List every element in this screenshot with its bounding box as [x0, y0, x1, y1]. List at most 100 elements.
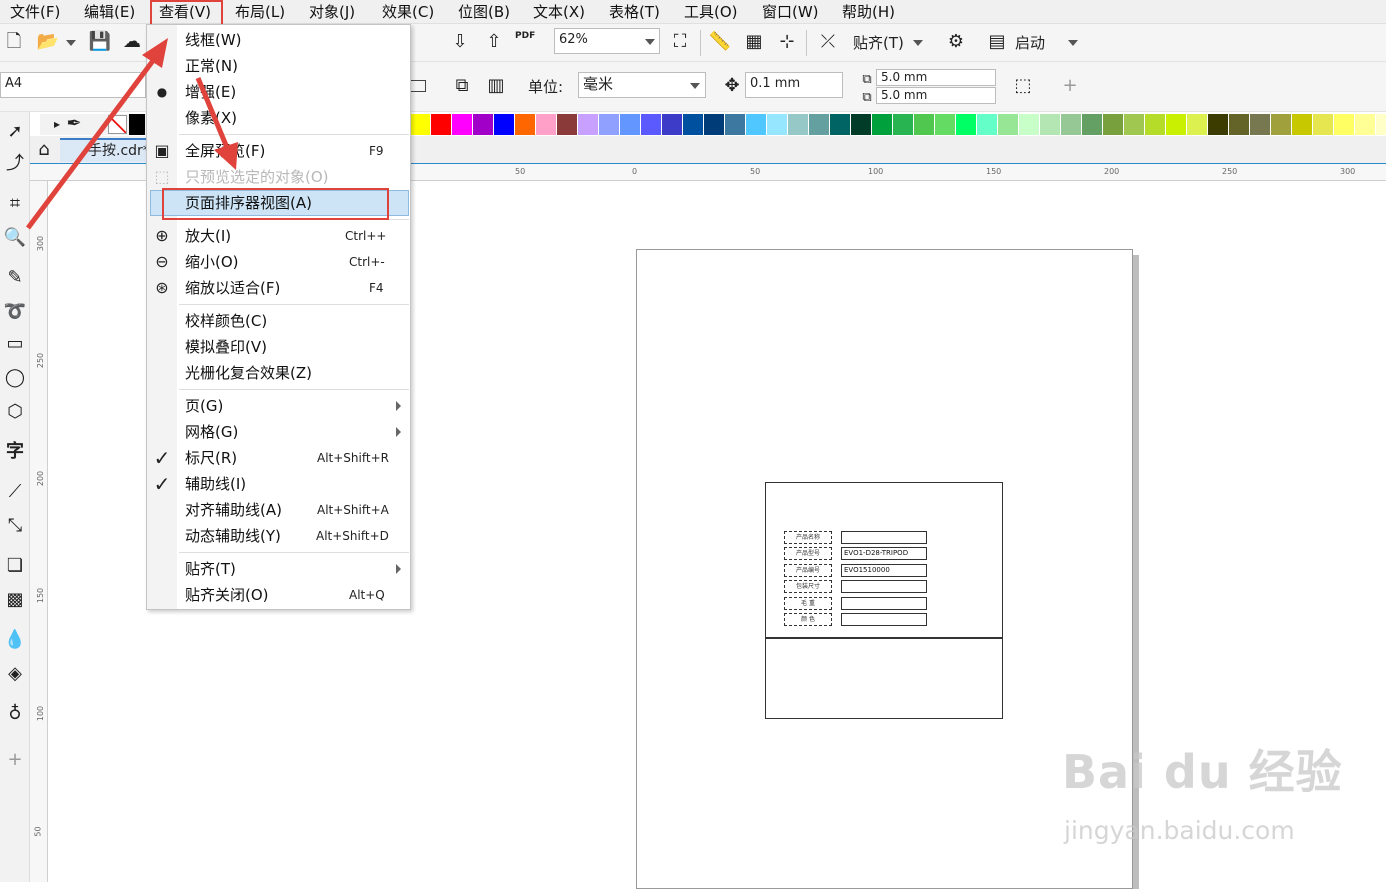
menu-table[interactable]: 表格(T) — [609, 2, 660, 22]
color-swatch[interactable] — [725, 114, 746, 135]
menu-effects[interactable]: 效果(C) — [382, 2, 434, 22]
color-swatch[interactable] — [704, 114, 725, 135]
menu-item-normal[interactable]: 正常(N) — [147, 53, 410, 79]
duplicate-x-input[interactable]: 5.0 mm — [876, 69, 996, 86]
cloud-upload-icon[interactable]: ☁ — [120, 30, 144, 54]
page-border-icon[interactable]: ⬚ — [1011, 74, 1035, 98]
color-swatch[interactable] — [431, 114, 452, 135]
color-swatch[interactable] — [557, 114, 578, 135]
color-swatch[interactable] — [893, 114, 914, 135]
menu-item-alignment-guides[interactable]: 对齐辅助线(A) Alt+Shift+A — [147, 497, 410, 523]
home-icon[interactable]: ⌂ — [32, 138, 56, 162]
save-icon[interactable]: 💾 — [88, 30, 112, 54]
black-swatch[interactable] — [129, 114, 145, 135]
new-document-icon[interactable]: 🗋 — [2, 30, 26, 54]
menu-item-zoom-to-fit[interactable]: ⊛ 缩放以适合(F) F4 — [147, 275, 410, 301]
menu-file[interactable]: 文件(F) — [10, 2, 60, 22]
launch-button[interactable]: 启动 — [1015, 32, 1045, 53]
menu-item-wireframe[interactable]: 线框(W) — [147, 27, 410, 53]
menu-item-zoom-out[interactable]: ⊖ 缩小(O) Ctrl+- — [147, 249, 410, 275]
color-swatch[interactable] — [1061, 114, 1082, 135]
menu-item-simulate-overprints[interactable]: 模拟叠印(V) — [147, 334, 410, 360]
add-tool-icon[interactable]: + — [3, 748, 27, 772]
color-swatch[interactable] — [641, 114, 662, 135]
menu-text[interactable]: 文本(X) — [533, 2, 585, 22]
product-label-card[interactable]: 产品名称 产品型号 EVO1-D28-TRIPOD 产品编号 EVO151000… — [765, 482, 1003, 719]
transparency-icon[interactable]: ▩ — [3, 588, 27, 612]
color-swatch[interactable] — [1187, 114, 1208, 135]
color-swatch[interactable] — [1292, 114, 1313, 135]
color-swatch[interactable] — [410, 114, 431, 135]
color-swatch[interactable] — [515, 114, 536, 135]
color-swatch[interactable] — [1229, 114, 1250, 135]
open-folder-icon[interactable]: 📂 — [36, 30, 60, 54]
color-swatch[interactable] — [452, 114, 473, 135]
no-color-swatch[interactable] — [108, 115, 127, 134]
color-swatch[interactable] — [956, 114, 977, 135]
menu-item-proof-colors[interactable]: 校样颜色(C) — [147, 308, 410, 334]
color-swatch[interactable] — [473, 114, 494, 135]
menu-object[interactable]: 对象(J) — [309, 2, 355, 22]
menu-item-snap-off[interactable]: 贴齐关闭(O) Alt+Q — [147, 582, 410, 608]
snap-to-button[interactable]: 贴齐(T) — [853, 32, 904, 53]
menu-window[interactable]: 窗口(W) — [762, 2, 819, 22]
color-swatch[interactable] — [536, 114, 557, 135]
eyedropper-palette-icon[interactable]: ✒ — [62, 112, 86, 136]
color-swatch[interactable] — [578, 114, 599, 135]
polygon-tool-icon[interactable]: ⬡ — [3, 400, 27, 424]
menu-tools[interactable]: 工具(O) — [684, 2, 738, 22]
color-swatch[interactable] — [977, 114, 998, 135]
launch-app-icon[interactable]: ▤ — [985, 30, 1009, 54]
menu-edit[interactable]: 编辑(E) — [84, 2, 135, 22]
color-swatch[interactable] — [1124, 114, 1145, 135]
connector-tool-icon[interactable]: ⤡ — [3, 514, 27, 538]
grid-icon[interactable]: ▦ — [742, 30, 766, 54]
vertical-ruler[interactable]: 300 250 200 150 100 50 — [30, 181, 48, 882]
landscape-orientation-icon[interactable] — [410, 80, 426, 92]
pdf-export-button[interactable]: PDF — [515, 31, 535, 41]
color-swatch[interactable] — [662, 114, 683, 135]
color-swatch[interactable] — [620, 114, 641, 135]
color-swatch[interactable] — [935, 114, 956, 135]
menu-item-page[interactable]: 页(G) — [147, 393, 410, 419]
export-icon[interactable]: ⇧ — [482, 30, 506, 54]
color-swatch[interactable] — [683, 114, 704, 135]
eyedropper-icon[interactable]: 💧 — [3, 628, 27, 652]
color-swatch[interactable] — [830, 114, 851, 135]
nudge-distance-input[interactable]: 0.1 mm — [745, 72, 843, 98]
menu-item-snap-to[interactable]: 贴齐(T) — [147, 556, 410, 582]
all-pages-icon[interactable]: ⧉ — [450, 74, 474, 98]
dimension-tool-icon[interactable]: ⟋ — [3, 480, 27, 504]
color-swatch[interactable] — [872, 114, 893, 135]
unit-select[interactable]: 毫米 — [578, 72, 706, 98]
color-swatch[interactable] — [1334, 114, 1355, 135]
menu-item-rasterize-complex-effects[interactable]: 光栅化复合效果(Z) — [147, 360, 410, 386]
menu-help[interactable]: 帮助(H) — [842, 2, 895, 22]
color-swatch[interactable] — [767, 114, 788, 135]
zoom-tool-icon[interactable]: 🔍 — [3, 226, 27, 250]
artistic-media-icon[interactable]: ➰ — [3, 300, 27, 324]
launch-dropdown-icon[interactable] — [1068, 40, 1078, 46]
menu-layout[interactable]: 布局(L) — [235, 2, 285, 22]
menu-bitmap[interactable]: 位图(B) — [458, 2, 510, 22]
color-swatch[interactable] — [851, 114, 872, 135]
color-swatch[interactable] — [914, 114, 935, 135]
add-icon[interactable]: + — [1058, 74, 1082, 98]
menu-item-guidelines[interactable]: ✓ 辅助线(I) — [147, 471, 410, 497]
color-swatch[interactable] — [599, 114, 620, 135]
page-size-combo[interactable]: A4 — [0, 72, 146, 98]
color-swatch[interactable] — [809, 114, 830, 135]
ellipse-tool-icon[interactable]: ◯ — [3, 366, 27, 390]
pick-tool-icon[interactable]: ➚ — [3, 120, 27, 144]
menu-item-grid[interactable]: 网格(G) — [147, 419, 410, 445]
menu-item-pixels[interactable]: 像素(X) — [147, 105, 410, 131]
interactive-fill-icon[interactable]: ◈ — [3, 662, 27, 686]
options-gear-icon[interactable]: ⚙ — [944, 30, 968, 54]
crop-tool-icon[interactable]: ⌗ — [3, 192, 27, 216]
text-tool-icon[interactable]: 字 — [3, 440, 27, 464]
duplicate-y-input[interactable]: 5.0 mm — [876, 87, 996, 104]
zoom-dropdown-icon[interactable] — [645, 39, 655, 45]
color-swatch[interactable] — [1145, 114, 1166, 135]
full-screen-icon[interactable]: ⛶ — [668, 30, 692, 54]
open-dropdown-icon[interactable] — [66, 40, 76, 46]
